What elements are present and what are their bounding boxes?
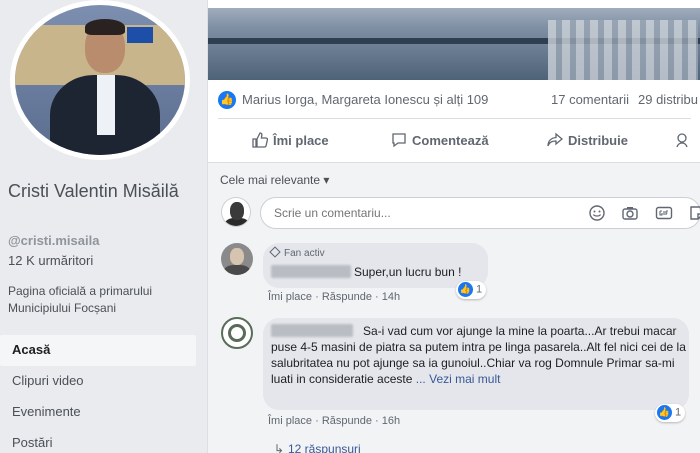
comment-reactions[interactable]: 👍 1 xyxy=(456,281,487,299)
like-button[interactable]: Îmi place xyxy=(252,132,329,148)
comment-button[interactable]: Comentează xyxy=(391,132,489,148)
comment-text-first-line: Sa-i vad cum vor ajunge la mine la poart… xyxy=(363,324,607,338)
reply-arrow-icon: ↳ xyxy=(274,442,285,453)
comment-bubble: Fan activ Super,un lucru bun ! xyxy=(263,243,488,288)
profile-photo xyxy=(15,5,185,155)
profile-picture[interactable] xyxy=(10,0,190,160)
comment-meta: Îmi place · Răspunde · 16h xyxy=(268,415,401,427)
comment-label: Comentează xyxy=(412,133,489,148)
camera-icon[interactable] xyxy=(621,204,639,222)
profile-chevron-icon xyxy=(676,133,688,148)
thumbs-up-icon xyxy=(252,132,268,148)
comment-reactions[interactable]: 👍 1 xyxy=(655,404,686,422)
nav-item-events[interactable]: Evenimente xyxy=(0,397,196,428)
comment-reply-link[interactable]: Răspunde xyxy=(322,291,372,303)
post-actions: Îmi place Comentează Distribuie xyxy=(208,124,700,158)
comment-like-link[interactable]: Îmi place xyxy=(268,415,312,427)
share-button[interactable]: Distribuie xyxy=(547,132,628,148)
like-label: Îmi place xyxy=(273,133,329,148)
comment-input-tools xyxy=(588,204,700,222)
page-sidebar: Cristi Valentin Misăilă @cristi.misaila … xyxy=(0,0,205,453)
comment-like-link[interactable]: Îmi place xyxy=(268,291,312,303)
comments-count[interactable]: 17 comentarii xyxy=(551,92,629,107)
reaction-count: 1 xyxy=(675,406,682,419)
my-avatar xyxy=(221,197,251,227)
post-photo[interactable] xyxy=(208,0,700,80)
sort-dropdown[interactable]: Cele mai relevante ▾ xyxy=(220,173,329,187)
page-name[interactable]: Cristi Valentin Misăilă xyxy=(8,180,198,202)
fan-badge-label: Fan activ xyxy=(284,248,325,259)
shares-count[interactable]: 29 distribu xyxy=(638,92,698,107)
comment-icon xyxy=(392,133,406,148)
page-nav: Acasă Clipuri video Evenimente Postări xyxy=(0,335,196,453)
comment-meta: Îmi place · Răspunde · 14h xyxy=(268,291,401,303)
divider xyxy=(218,118,691,119)
comment-bubble: Sa-i vad cum vor ajunge la mine la poart… xyxy=(263,318,689,410)
blurred-author-name[interactable] xyxy=(271,265,351,278)
reaction-count: 1 xyxy=(476,283,483,296)
commenter-avatar[interactable] xyxy=(221,243,253,275)
like-reaction-icon: 👍 xyxy=(458,282,473,297)
sticker-icon[interactable] xyxy=(688,204,700,222)
share-icon xyxy=(547,132,563,147)
comments-section: Cele mai relevante ▾ Fan activ Super,un … xyxy=(208,162,700,453)
see-more-link[interactable]: ... Vezi mai mult xyxy=(416,372,501,386)
post-card: 👍 Marius Iorga, Margareta Ionescu și alț… xyxy=(207,0,700,453)
emoji-icon[interactable] xyxy=(588,204,606,222)
replies-label: 12 răspunsuri xyxy=(288,442,361,453)
nav-item-posts[interactable]: Postări xyxy=(0,428,196,453)
like-reaction-icon: 👍 xyxy=(657,405,672,420)
gif-icon[interactable] xyxy=(655,204,673,222)
nav-item-videos[interactable]: Clipuri video xyxy=(0,366,196,397)
react-as-button[interactable] xyxy=(676,132,697,148)
comment-reply-link[interactable]: Răspunde xyxy=(322,415,372,427)
comment-time[interactable]: 14h xyxy=(382,291,400,303)
page-description: Pagina oficială a primarului Municipiulu… xyxy=(8,284,153,315)
page-username[interactable]: @cristi.misaila xyxy=(8,233,99,248)
nav-item-home[interactable]: Acasă xyxy=(0,335,196,366)
fan-badge: Fan activ xyxy=(269,246,325,259)
comment-time[interactable]: 16h xyxy=(382,415,400,427)
commenter-avatar[interactable] xyxy=(221,317,253,349)
post-stats: 👍 Marius Iorga, Margareta Ionescu și alț… xyxy=(208,88,700,114)
likers-text[interactable]: Marius Iorga, Margareta Ionescu și alți … xyxy=(242,92,488,107)
view-replies-link[interactable]: ↳ 12 răspunsuri xyxy=(274,442,361,453)
comment-text: Super,un lucru bun ! xyxy=(354,265,462,279)
share-label: Distribuie xyxy=(568,133,628,148)
like-reaction-icon: 👍 xyxy=(218,91,236,109)
diamond-icon xyxy=(269,246,281,258)
followers-count: 12 K urmăritori xyxy=(8,253,94,268)
comment-text: Sa-i vad cum vor ajunge la mine la poart… xyxy=(271,323,686,387)
